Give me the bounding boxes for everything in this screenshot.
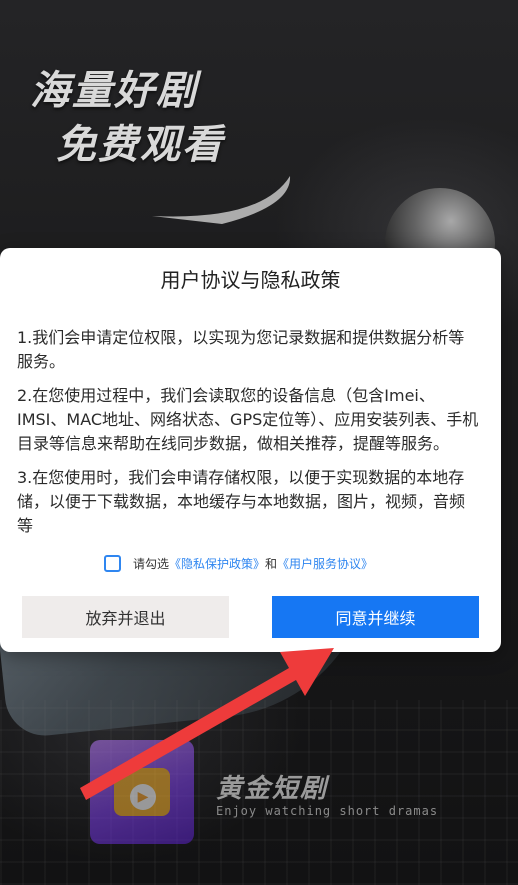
consent-row: 请勾选 《隐私保护政策》 和 《用户服务协议》 xyxy=(104,552,373,574)
policy-paragraph-1: 1.我们会申请定位权限，以实现为您记录数据和提供数据分析等服务。 xyxy=(17,328,465,371)
splash-slogan: 海量好剧 免费观看 xyxy=(22,58,291,224)
terms-link[interactable]: 《用户服务协议》 xyxy=(277,555,373,572)
consent-prefix: 请勾选 xyxy=(133,556,170,571)
app-logo: ▶ xyxy=(90,740,194,844)
privacy-policy-link[interactable]: 《隐私保护政策》 xyxy=(169,555,265,572)
dialog-title: 用户协议与隐私政策 xyxy=(160,268,341,292)
privacy-dialog: 用户协议与隐私政策 1.我们会申请定位权限，以实现为您记录数据和提供数据分析等服… xyxy=(0,248,501,652)
policy-paragraph-2: 2.在您使用过程中，我们会读取您的设备信息（包含Imei、IMSI、MAC地址、… xyxy=(17,386,479,453)
consent-checkbox[interactable] xyxy=(104,554,121,572)
play-icon: ▶ xyxy=(130,784,156,810)
agree-continue-button[interactable]: 同意并继续 xyxy=(272,596,479,638)
slogan-line-1: 海量好剧 xyxy=(30,68,198,114)
brand-name: 黄金短剧 xyxy=(216,774,329,804)
brand-tagline: Enjoy watching short dramas xyxy=(216,804,439,818)
decline-exit-button[interactable]: 放弃并退出 xyxy=(22,596,229,638)
policy-paragraph-3: 3.在您使用时，我们会申请存储权限，以便于实现数据的本地存储，以便于下载数据，本… xyxy=(17,468,466,535)
consent-and: 和 xyxy=(265,556,278,571)
swoosh-icon xyxy=(152,176,291,224)
dialog-body[interactable]: 1.我们会申请定位权限，以实现为您记录数据和提供数据分析等服务。 2.在您使用过… xyxy=(17,326,479,536)
